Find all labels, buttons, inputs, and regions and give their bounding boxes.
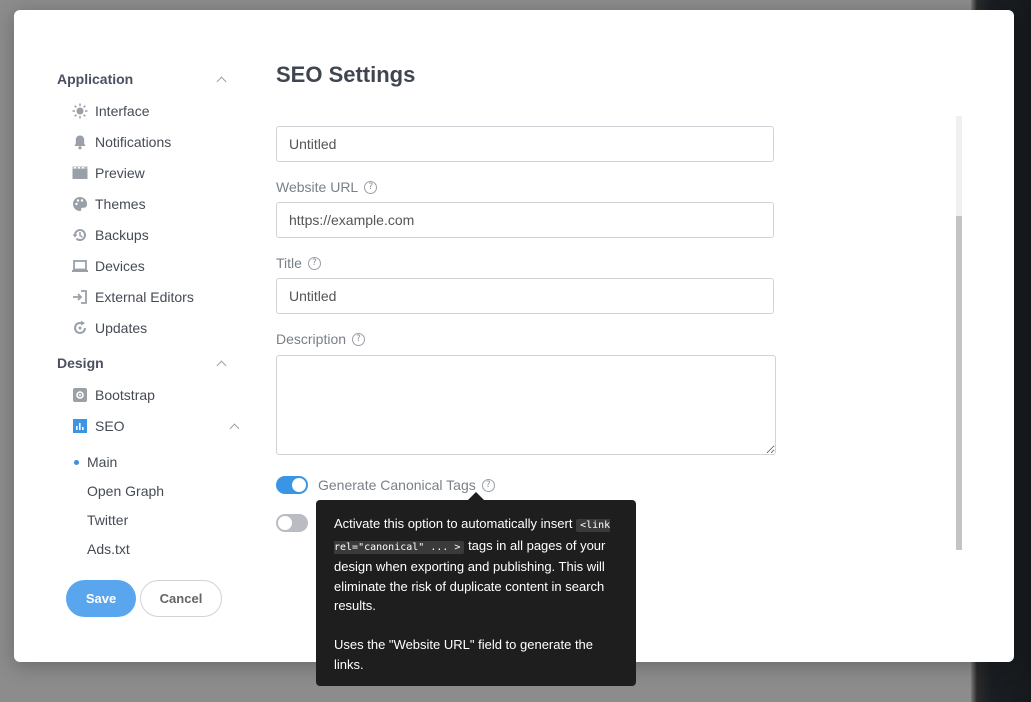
description-label: Description ?	[276, 331, 366, 347]
sidebar-item-label: Bootstrap	[95, 387, 155, 403]
page-title: SEO Settings	[276, 62, 416, 87]
history-icon	[72, 227, 88, 243]
chevron-up-icon[interactable]	[217, 359, 225, 367]
sidebar-item-label: Preview	[95, 165, 145, 181]
sign-in-icon	[72, 289, 88, 305]
sidebar-subitem-label: Main	[87, 454, 118, 470]
scrollbar-thumb[interactable]	[956, 216, 962, 550]
secondary-toggle[interactable]	[276, 514, 308, 532]
bell-icon	[72, 134, 88, 150]
sidebar-item-external-editors[interactable]: External Editors	[72, 286, 232, 308]
laptop-icon	[72, 258, 88, 274]
scrollbar[interactable]	[956, 116, 962, 550]
field-label-text: Title	[276, 255, 302, 271]
active-dot-icon	[74, 460, 79, 465]
film-icon	[72, 165, 88, 181]
palette-icon	[72, 196, 88, 212]
sidebar-item-notifications[interactable]: Notifications	[72, 131, 232, 153]
sidebar-item-preview[interactable]: Preview	[72, 162, 232, 184]
site-name-field[interactable]	[276, 126, 774, 162]
bootstrap-icon	[72, 387, 88, 403]
sidebar-item-themes[interactable]: Themes	[72, 193, 232, 215]
sun-icon	[72, 103, 88, 119]
sidebar-subitem-label: Open Graph	[87, 483, 165, 499]
scroll-clip	[276, 116, 796, 126]
field-label-text: Website URL	[276, 179, 359, 195]
sidebar-item-label: Backups	[95, 227, 149, 243]
title-label: Title ?	[276, 255, 321, 271]
help-icon[interactable]: ?	[364, 180, 378, 194]
title-field[interactable]	[276, 278, 774, 314]
sidebar-item-seo[interactable]: SEO	[72, 415, 242, 437]
sidebar-item-bootstrap[interactable]: Bootstrap	[72, 384, 232, 406]
sidebar-item-label: SEO	[95, 418, 125, 434]
bar-chart-icon	[72, 418, 88, 434]
sidebar-item-label: Devices	[95, 258, 145, 274]
canonical-tags-toggle[interactable]	[276, 476, 308, 494]
toggle-label-text: Generate Canonical Tags	[318, 477, 476, 493]
sidebar-item-label: External Editors	[95, 289, 194, 305]
sidebar-item-label: Notifications	[95, 134, 172, 150]
sidebar-item-label: Themes	[95, 196, 146, 212]
toggle-knob	[278, 516, 292, 530]
seo-settings-dialog: Application Interface Notifications Prev…	[14, 10, 1014, 686]
sidebar-item-label: Updates	[95, 320, 148, 336]
website-url-field[interactable]	[276, 202, 774, 238]
sidebar-subitem-open-graph[interactable]: Open Graph	[87, 481, 217, 501]
sidebar-item-updates[interactable]: Updates	[72, 317, 232, 339]
section-label: Design	[57, 355, 104, 371]
help-icon[interactable]: ?	[307, 256, 321, 270]
field-label-text: Description	[276, 331, 347, 347]
help-icon[interactable]: ?	[481, 478, 495, 492]
sidebar-item-backups[interactable]: Backups	[72, 224, 232, 246]
canonical-tags-label: Generate Canonical Tags ?	[318, 477, 495, 493]
section-application[interactable]: Application	[57, 68, 227, 90]
sidebar-item-interface[interactable]: Interface	[72, 100, 232, 122]
refresh-icon	[72, 320, 88, 336]
tooltip-text: Activate this option to automatically in…	[334, 516, 573, 531]
section-label: Application	[57, 71, 134, 87]
tooltip-paragraph-2: Uses the "Website URL" field to generate…	[334, 637, 594, 672]
tooltip-paragraph-1: Activate this option to automatically in…	[334, 514, 618, 616]
sidebar-subitem-label: Twitter	[87, 512, 129, 528]
sidebar-subitem-label: Ads.txt	[87, 541, 130, 557]
sidebar-item-devices[interactable]: Devices	[72, 255, 232, 277]
chevron-up-icon[interactable]	[217, 75, 225, 83]
sidebar-subitem-main[interactable]: Main	[74, 452, 217, 472]
sidebar-item-label: Interface	[95, 103, 150, 119]
canonical-help-tooltip: Activate this option to automatically in…	[316, 492, 636, 686]
save-button[interactable]: Save	[66, 580, 136, 617]
sidebar-subitem-ads-txt[interactable]: Ads.txt	[87, 539, 217, 559]
section-design[interactable]: Design	[57, 352, 227, 374]
cancel-button[interactable]: Cancel	[140, 580, 222, 617]
description-field[interactable]	[276, 355, 776, 455]
website-url-label: Website URL ?	[276, 179, 378, 195]
chevron-up-icon[interactable]	[230, 422, 238, 430]
sidebar-subitem-twitter[interactable]: Twitter	[87, 510, 217, 530]
toggle-knob	[292, 478, 306, 492]
help-icon[interactable]: ?	[352, 332, 366, 346]
